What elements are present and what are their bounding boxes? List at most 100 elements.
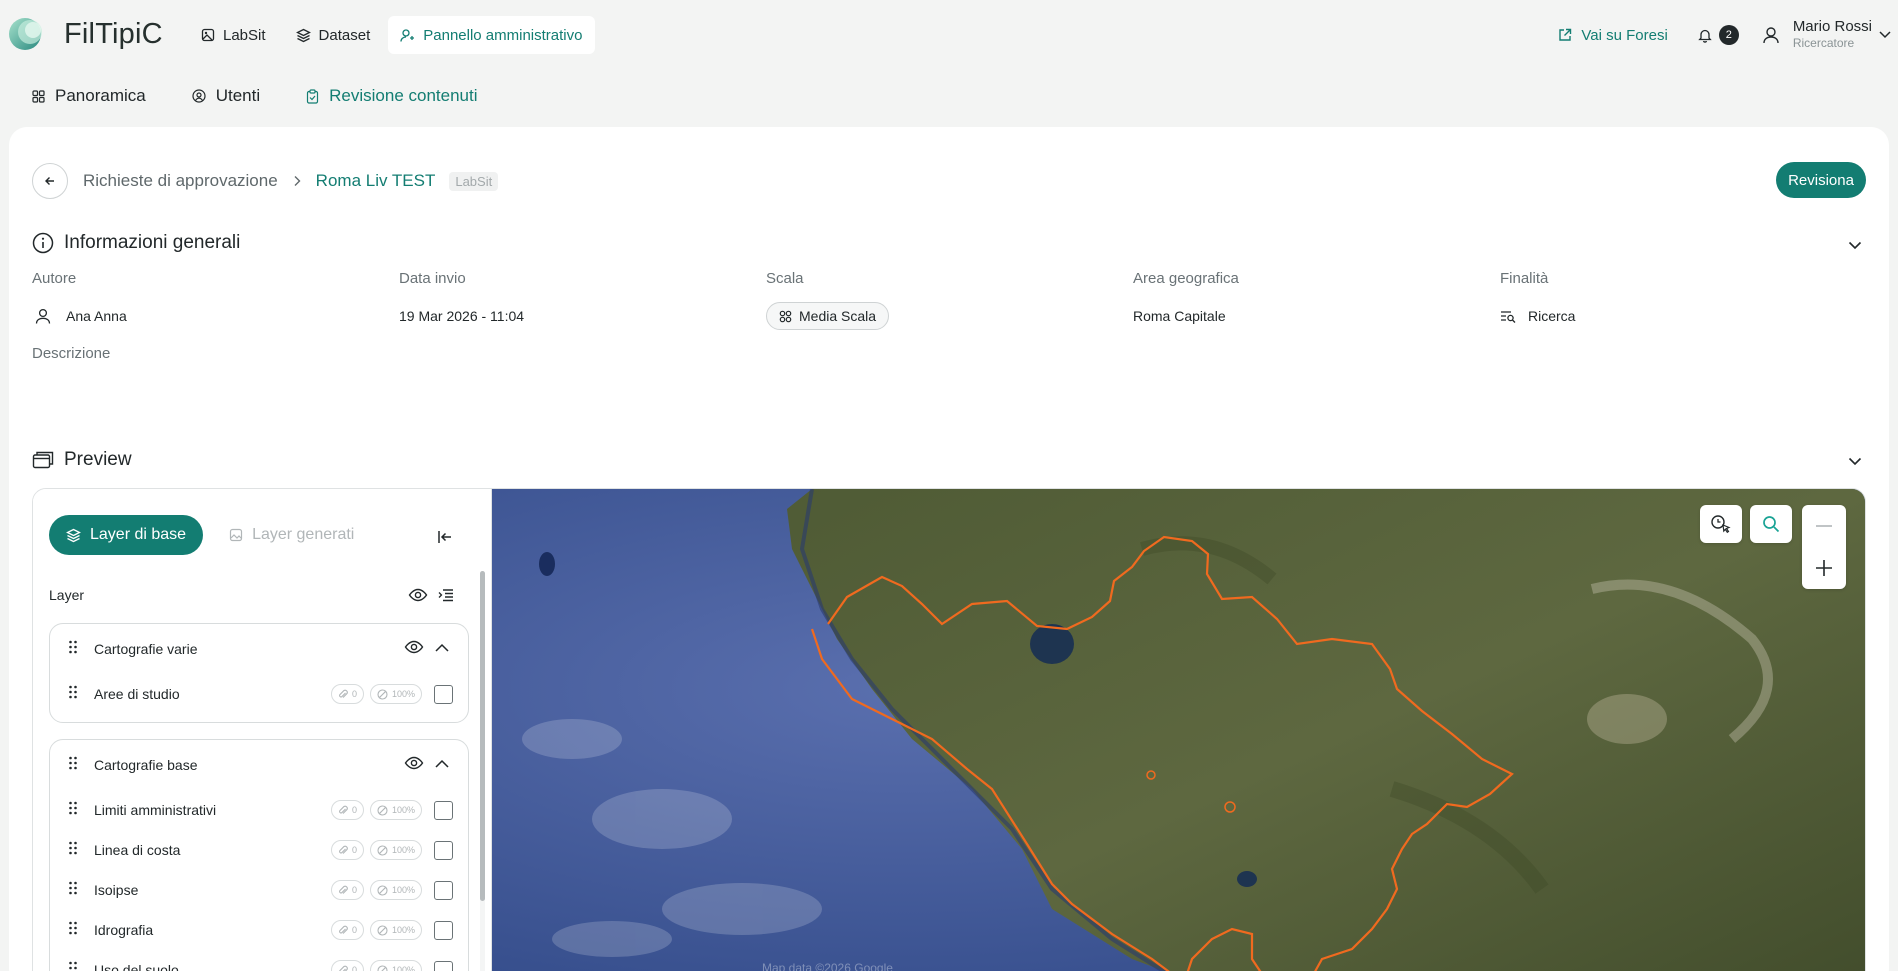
- opacity-value: 100%: [391, 805, 415, 815]
- opacity-control[interactable]: 100%: [369, 920, 422, 940]
- layer-group: Cartografie varie Aree di studio 0 100%: [49, 623, 469, 723]
- opacity-control[interactable]: 100%: [369, 800, 422, 820]
- user-role: Ricercatore: [1792, 36, 1855, 50]
- field-area-value: Roma Capitale: [1133, 308, 1226, 324]
- chevron-up-icon[interactable]: [434, 640, 450, 658]
- revisiona-button[interactable]: Revisiona: [1776, 162, 1866, 198]
- opacity-value: 100%: [391, 689, 415, 699]
- attachment-count-value: 0: [351, 925, 357, 935]
- tab-layer-di-base[interactable]: Layer di base: [49, 515, 204, 555]
- preview-collapse-chevron-icon[interactable]: [1846, 452, 1864, 470]
- opacity-value: 100%: [391, 845, 415, 855]
- field-purpose-value: Ricerca: [1528, 308, 1576, 324]
- minus-icon: [1816, 525, 1832, 527]
- opacity-control[interactable]: 100%: [369, 684, 422, 704]
- breadcrumb: Richieste di approvazione Roma Liv TEST …: [32, 163, 499, 199]
- list-indent-icon[interactable]: [438, 588, 454, 602]
- nav-dataset[interactable]: Dataset: [284, 16, 383, 54]
- scale-chip: Media Scala: [766, 302, 890, 330]
- opacity-icon: [377, 924, 392, 936]
- layer-group: Cartografie base Limiti amministrativi 0 10…: [49, 739, 469, 971]
- drag-handle-icon[interactable]: [68, 800, 78, 821]
- drag-handle-icon[interactable]: [68, 755, 78, 776]
- layer-visibility-checkbox[interactable]: [434, 800, 453, 820]
- scale-grid-icon: [779, 310, 792, 322]
- vai-su-foresi-link[interactable]: Vai su Foresi: [1558, 27, 1668, 44]
- top-right-area: Vai su Foresi 2 Mario Rossi Ricercatore: [1558, 16, 1898, 54]
- paperclip-icon: [338, 805, 352, 816]
- attachment-count[interactable]: 0: [330, 684, 364, 704]
- layer-list-title: Layer: [49, 587, 85, 603]
- drag-handle-icon[interactable]: [68, 880, 78, 901]
- back-button[interactable]: [32, 163, 68, 199]
- user-circle-icon: [192, 89, 206, 103]
- opacity-icon: [377, 804, 392, 816]
- preview-container: Layer di base Layer generati Layer Carto…: [32, 488, 1866, 971]
- layer-group-header[interactable]: Cartografie base: [50, 740, 468, 790]
- preview-section-header[interactable]: Preview: [32, 449, 132, 471]
- subnav-revisione-contenuti[interactable]: Revisione contenuti: [306, 86, 478, 106]
- paperclip-icon: [338, 845, 352, 856]
- map-view[interactable]: Map data ©2026 Google: [492, 489, 1865, 971]
- nav-labsit[interactable]: LabSit: [189, 16, 278, 54]
- eye-icon[interactable]: [408, 588, 428, 602]
- paperclip-icon: [338, 965, 352, 971]
- layer-scrollbar-thumb[interactable]: [480, 571, 485, 901]
- info-section-header[interactable]: Informazioni generali: [32, 232, 240, 254]
- user-name: Mario Rossi: [1792, 18, 1872, 35]
- subnav-panoramica[interactable]: Panoramica: [32, 86, 146, 106]
- drag-handle-icon[interactable]: [68, 639, 78, 660]
- attachment-count[interactable]: 0: [330, 800, 364, 820]
- map-search-button[interactable]: [1750, 505, 1792, 543]
- layer-visibility-checkbox[interactable]: [434, 840, 453, 860]
- field-scale-value: Media Scala: [799, 308, 877, 324]
- logo-mark-icon: [8, 14, 48, 54]
- zoom-out-button[interactable]: [1802, 505, 1846, 547]
- app-logo[interactable]: FilTipiC: [8, 14, 163, 54]
- attachment-count[interactable]: 0: [330, 880, 364, 900]
- tab-layer-generati[interactable]: Layer generati: [229, 526, 354, 544]
- attachment-count[interactable]: 0: [330, 920, 364, 940]
- layer-visibility-checkbox[interactable]: [434, 920, 453, 940]
- layer-visibility-checkbox[interactable]: [434, 880, 453, 900]
- field-area-label: Area geografica: [1133, 270, 1239, 287]
- layer-name: Idrografia: [94, 922, 154, 938]
- zoom-in-button[interactable]: [1802, 547, 1846, 589]
- collapse-panel-icon[interactable]: [437, 529, 453, 545]
- eye-icon[interactable]: [404, 640, 434, 659]
- eye-icon[interactable]: [404, 756, 434, 775]
- opacity-control[interactable]: 100%: [369, 840, 422, 860]
- layer-row: Idrografia 0 100%: [50, 910, 468, 950]
- nav-admin-panel[interactable]: Pannello amministrativo: [388, 16, 595, 54]
- arrow-left-icon: [45, 177, 54, 185]
- user-icon: [1763, 27, 1779, 44]
- opacity-icon: [377, 884, 392, 896]
- field-author-value: Ana Anna: [66, 308, 127, 324]
- layer-visibility-checkbox[interactable]: [434, 684, 453, 704]
- info-collapse-chevron-icon[interactable]: [1846, 236, 1864, 254]
- attachment-count[interactable]: 0: [330, 840, 364, 860]
- chevron-up-icon[interactable]: [434, 756, 450, 774]
- opacity-control[interactable]: 100%: [369, 880, 422, 900]
- notifications-button[interactable]: 2: [1698, 25, 1739, 45]
- drag-handle-icon[interactable]: [68, 920, 78, 941]
- drag-handle-icon[interactable]: [68, 840, 78, 861]
- user-menu[interactable]: Mario Rossi Ricercatore: [1761, 19, 1898, 51]
- layer-visibility-checkbox[interactable]: [434, 960, 453, 971]
- field-scale: Scala Media Scala: [766, 270, 890, 330]
- attachment-count-value: 0: [351, 885, 357, 895]
- breadcrumb-parent-link[interactable]: Richieste di approvazione: [83, 171, 278, 191]
- map-query-button[interactable]: [1700, 505, 1742, 543]
- layer-row: Uso del suolo 0 100%: [50, 950, 468, 971]
- attachment-count[interactable]: 0: [330, 960, 364, 971]
- app-name: FilTipiC: [64, 17, 163, 50]
- opacity-icon: [377, 688, 392, 700]
- layer-group-header[interactable]: Cartografie varie: [50, 624, 468, 674]
- field-date: Data invio 19 Mar 2026 - 11:04: [399, 270, 524, 330]
- opacity-value: 100%: [391, 965, 415, 971]
- drag-handle-icon[interactable]: [68, 960, 78, 971]
- subnav-utenti[interactable]: Utenti: [192, 86, 260, 106]
- type-tag: LabSit: [449, 171, 499, 191]
- opacity-control[interactable]: 100%: [369, 960, 422, 971]
- drag-handle-icon[interactable]: [68, 684, 78, 705]
